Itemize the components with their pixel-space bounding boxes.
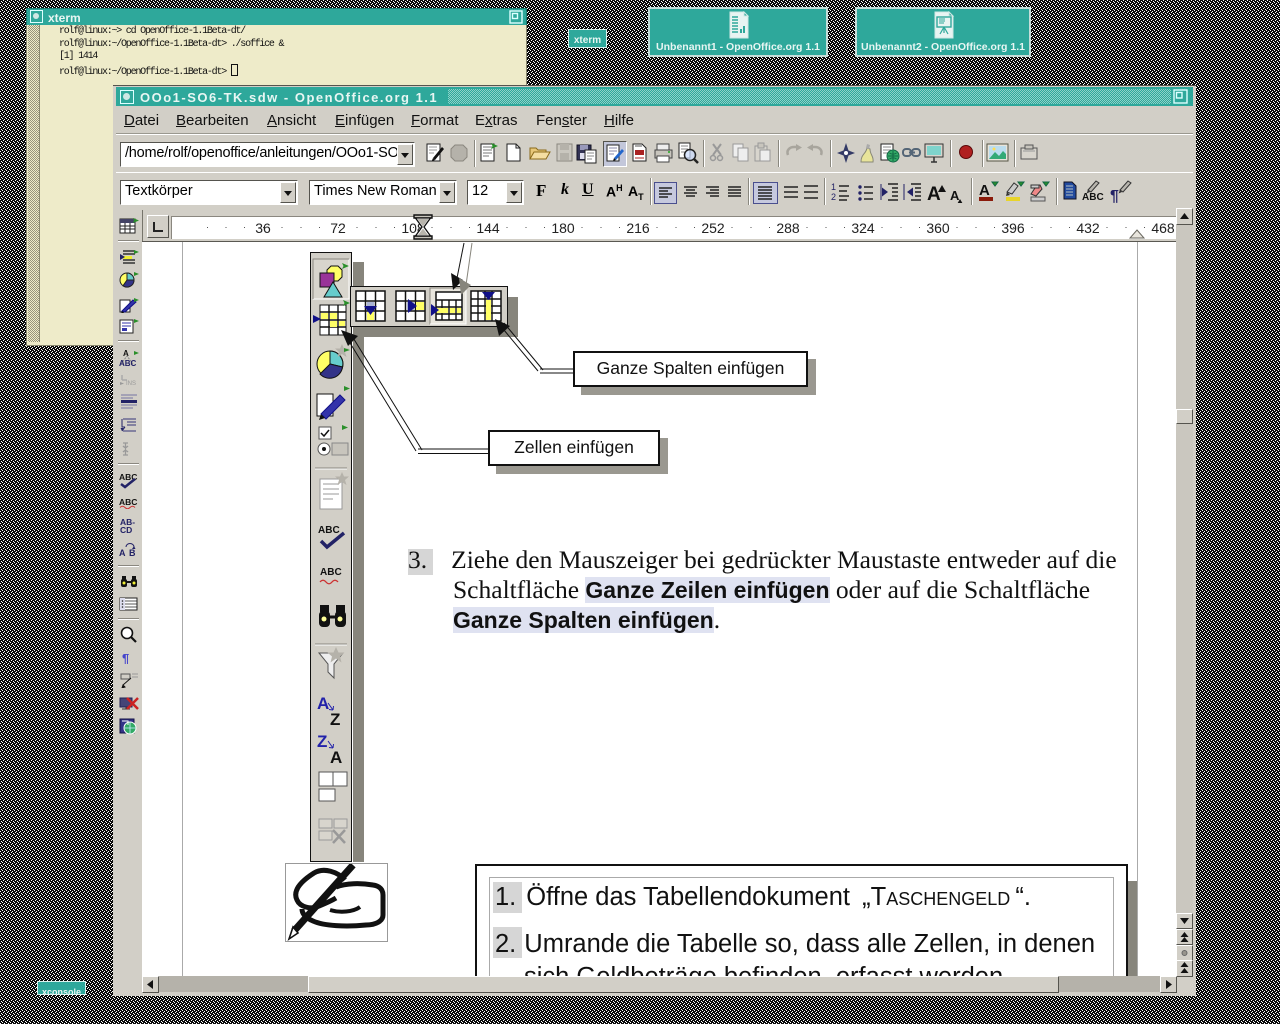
svg-text:¶: ¶ <box>122 651 129 664</box>
svg-text:1: 1 <box>831 182 836 192</box>
svg-text:ABC: ABC <box>1082 192 1104 203</box>
svg-text:B: B <box>129 548 136 558</box>
svg-text:A: A <box>123 349 129 358</box>
svg-text:CD: CD <box>120 525 132 534</box>
svg-text:2: 2 <box>831 192 836 202</box>
svg-text:A: A <box>119 548 126 558</box>
svg-text:ABC: ABC <box>119 497 137 507</box>
svg-text:A: A <box>927 184 941 203</box>
svg-text:¶: ¶ <box>1110 188 1119 204</box>
svg-text:A: A <box>979 182 990 199</box>
svg-text:ABC: ABC <box>119 359 137 367</box>
svg-text:INS: INS <box>126 381 136 385</box>
svg-text:A: A <box>950 188 960 203</box>
